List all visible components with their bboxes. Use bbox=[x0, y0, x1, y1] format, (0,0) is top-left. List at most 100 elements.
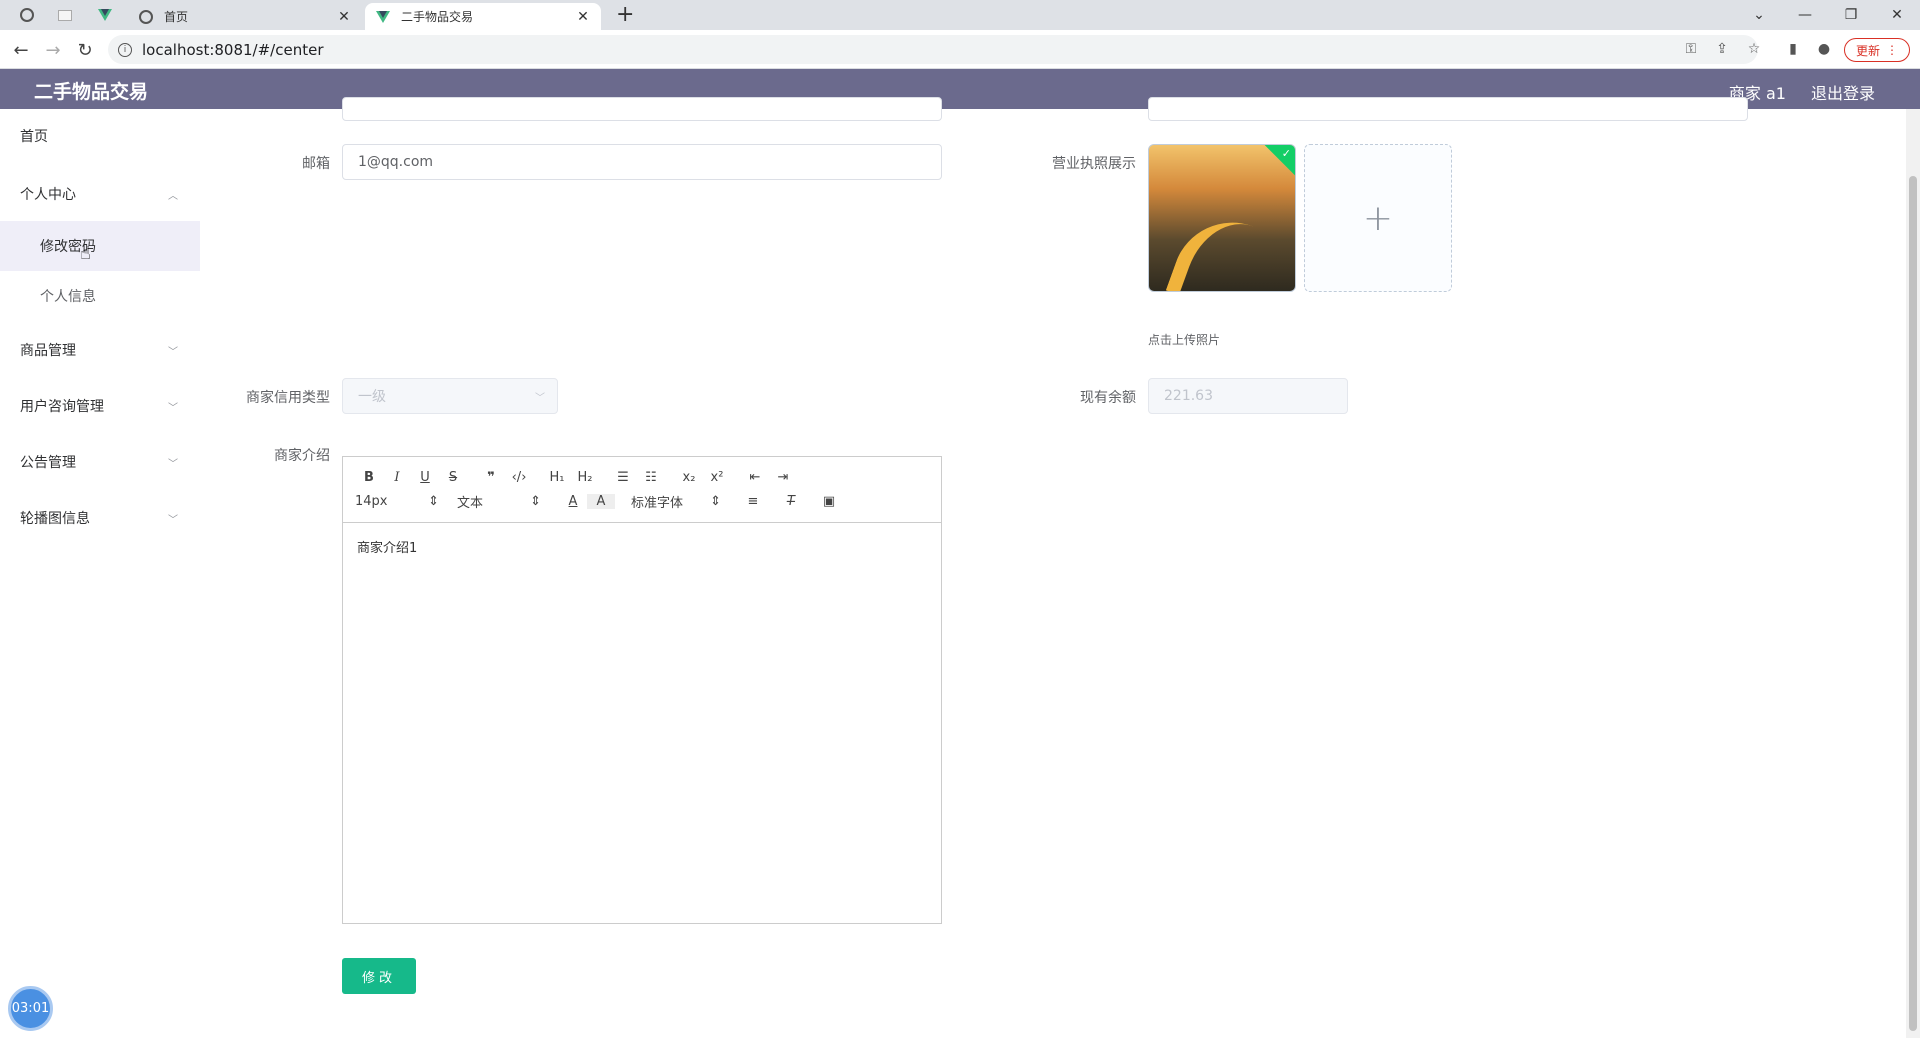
upload-tip: 点击上传照片 bbox=[1148, 333, 1221, 347]
update-button[interactable]: 更新 ⋮ bbox=[1844, 38, 1910, 62]
h1-icon[interactable]: H₁ bbox=[543, 470, 571, 485]
pinned-tab-vue[interactable] bbox=[90, 3, 120, 27]
profile-form: 邮箱 1@qq.com 营业执照展示 ✓ + 点击上传照片 商家信用类型 一级 … bbox=[200, 97, 1905, 1038]
new-tab-button[interactable]: + bbox=[616, 2, 634, 28]
code-icon[interactable]: ‹/› bbox=[505, 470, 533, 485]
profile-icon[interactable]: ● bbox=[1812, 37, 1836, 61]
back-icon[interactable]: ← bbox=[8, 37, 34, 63]
ordered-list-icon[interactable]: ☰ bbox=[609, 470, 637, 485]
subscript-icon[interactable]: x₂ bbox=[675, 470, 703, 485]
sidebar-item-personal-info[interactable]: 个人信息 bbox=[0, 271, 200, 321]
bold-icon[interactable]: B bbox=[355, 470, 383, 485]
image-icon[interactable]: ▣ bbox=[815, 494, 843, 509]
sidebar-item-label: 轮播图信息 bbox=[20, 511, 90, 527]
chevron-down-icon: ﹀ bbox=[168, 346, 178, 358]
intro-text: 商家介绍1 bbox=[357, 541, 418, 556]
editor-content[interactable]: 商家介绍1 bbox=[343, 523, 941, 570]
upload-button[interactable]: + bbox=[1304, 144, 1452, 292]
sidebar-item-label: 商品管理 bbox=[20, 343, 76, 359]
intro-label: 商家介绍 bbox=[274, 448, 330, 464]
submit-label: 修改 bbox=[361, 970, 396, 986]
license-label: 营业执照展示 bbox=[1052, 156, 1136, 172]
restore-button[interactable]: ❐ bbox=[1828, 0, 1874, 30]
sidebar-item-change-password[interactable]: 修改密码 bbox=[0, 221, 200, 271]
side-panel-icon[interactable]: ▮ bbox=[1781, 37, 1805, 61]
sidebar-item-label: 用户咨询管理 bbox=[20, 399, 104, 415]
email-value: 1@qq.com bbox=[358, 154, 434, 170]
chevron-down-icon: ﹀ bbox=[535, 392, 545, 404]
credit-value: 一级 bbox=[358, 389, 386, 405]
tab-active[interactable]: 二手物品交易 ✕ bbox=[365, 3, 601, 30]
credit-select[interactable]: 一级 ﹀ bbox=[342, 378, 558, 414]
key-icon[interactable]: ⚿ bbox=[1679, 37, 1703, 61]
underline-icon[interactable]: U bbox=[411, 470, 439, 485]
success-badge bbox=[1263, 145, 1295, 177]
outdent-icon[interactable]: ⇤ bbox=[741, 470, 769, 485]
superscript-icon[interactable]: x² bbox=[703, 470, 731, 485]
close-icon[interactable]: ✕ bbox=[336, 9, 352, 25]
sidebar-item-consult[interactable]: 用户咨询管理 ﹀ bbox=[0, 381, 200, 431]
chevron-down-icon: ﹀ bbox=[168, 402, 178, 414]
update-label: 更新 bbox=[1855, 43, 1880, 58]
info-icon[interactable]: i bbox=[118, 42, 132, 57]
close-icon[interactable]: ✕ bbox=[575, 9, 591, 25]
h2-icon[interactable]: H₂ bbox=[571, 470, 599, 485]
block-type-value: 文本 bbox=[457, 495, 484, 511]
hand-cursor-icon: ☝ bbox=[80, 243, 91, 264]
sidebar-item-notice[interactable]: 公告管理 ﹀ bbox=[0, 437, 200, 487]
check-icon: ✓ bbox=[1281, 147, 1291, 160]
sidebar-item-home[interactable]: 首页 bbox=[0, 111, 200, 161]
more-icon: ⋮ bbox=[1886, 43, 1898, 57]
block-type-select[interactable]: 文本 ⇕ bbox=[457, 492, 541, 511]
scrollbar-thumb[interactable] bbox=[1909, 176, 1917, 1031]
chevron-down-icon: ﹀ bbox=[168, 458, 178, 470]
font-family-select[interactable]: 标准字体 ⇕ bbox=[631, 492, 721, 511]
sidebar-item-goods[interactable]: 商品管理 ﹀ bbox=[0, 325, 200, 375]
clear-format-icon[interactable]: T̶ bbox=[777, 494, 805, 509]
indent-icon[interactable]: ⇥ bbox=[769, 470, 797, 485]
forward-icon[interactable]: → bbox=[40, 37, 66, 63]
page-scrollbar[interactable] bbox=[1906, 109, 1920, 1038]
minimize-button[interactable]: — bbox=[1782, 0, 1828, 30]
background-color-icon[interactable]: A bbox=[587, 493, 615, 509]
hidden-top-field[interactable] bbox=[342, 97, 942, 121]
email-field[interactable]: 1@qq.com bbox=[342, 144, 942, 180]
share-icon[interactable]: ⇪ bbox=[1710, 37, 1734, 61]
vue-logo-icon bbox=[98, 9, 112, 21]
font-family-value: 标准字体 bbox=[631, 495, 684, 511]
font-color-icon[interactable]: A bbox=[559, 494, 587, 509]
close-window-button[interactable]: ✕ bbox=[1874, 0, 1920, 30]
sidebar-item-carousel[interactable]: 轮播图信息 ﹀ bbox=[0, 493, 200, 543]
chevron-up-icon: ︿ bbox=[168, 190, 178, 202]
vue-logo-icon bbox=[376, 10, 390, 23]
submit-button[interactable]: 修改 bbox=[342, 958, 416, 994]
address-input[interactable]: i localhost:8081/#/center bbox=[108, 35, 1758, 64]
bullet-list-icon[interactable]: ☷ bbox=[637, 470, 665, 485]
strike-icon[interactable]: S bbox=[439, 470, 467, 485]
balance-field[interactable]: 221.63 bbox=[1148, 378, 1348, 414]
globe-icon bbox=[20, 8, 34, 22]
sidebar-item-personal-center[interactable]: 个人中心 ︿ bbox=[0, 169, 200, 219]
star-icon[interactable]: ☆ bbox=[1742, 37, 1766, 61]
tab-home[interactable]: 首页 ✕ bbox=[128, 3, 362, 30]
url-text: localhost:8081/#/center bbox=[142, 40, 324, 59]
sidebar: 首页 个人中心 ︿ 修改密码 个人信息 商品管理 ﹀ 用户咨询管理 ﹀ 公告管理… bbox=[0, 109, 200, 1038]
page-icon bbox=[58, 9, 72, 21]
pinned-tab-blank[interactable] bbox=[50, 3, 80, 27]
align-icon[interactable]: ≡ bbox=[739, 494, 767, 509]
tab-search-icon[interactable]: ⌄ bbox=[1736, 0, 1782, 30]
chevron-down-icon: ﹀ bbox=[168, 514, 178, 526]
blockquote-icon[interactable]: ❞ bbox=[477, 470, 505, 485]
logout-link[interactable]: 退出登录 bbox=[1811, 80, 1875, 104]
license-image[interactable]: ✓ bbox=[1148, 144, 1296, 292]
updown-icon: ⇕ bbox=[530, 493, 541, 509]
italic-icon[interactable]: I bbox=[383, 470, 411, 485]
sidebar-item-label: 首页 bbox=[20, 129, 48, 145]
sidebar-item-label: 个人信息 bbox=[40, 289, 96, 305]
font-size-select[interactable]: 14px ⇕ bbox=[355, 494, 439, 509]
updown-icon: ⇕ bbox=[710, 493, 721, 509]
timer-badge[interactable]: 03:01 bbox=[8, 986, 53, 1031]
hidden-top-field[interactable] bbox=[1148, 97, 1748, 121]
pinned-tab-globe[interactable] bbox=[12, 3, 42, 27]
reload-icon[interactable]: ↻ bbox=[72, 37, 98, 63]
